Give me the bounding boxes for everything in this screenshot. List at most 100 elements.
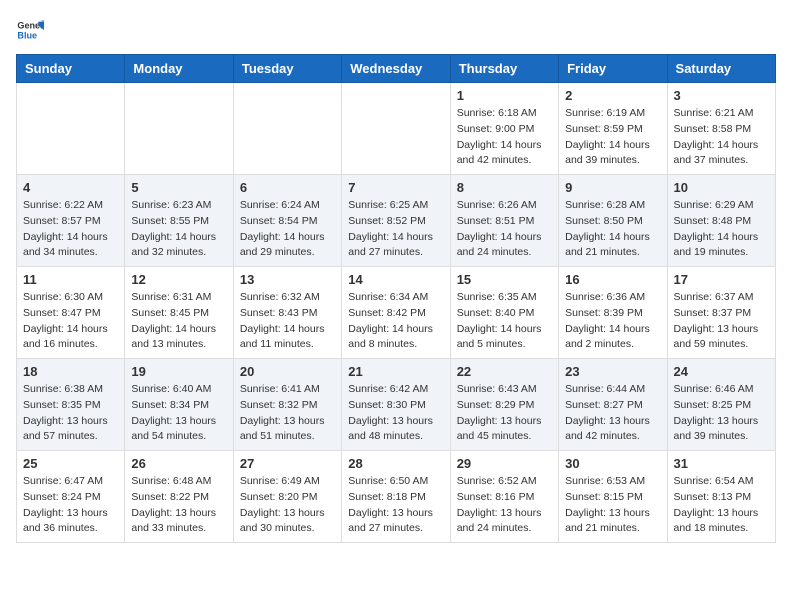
day-info: Sunrise: 6:22 AM Sunset: 8:57 PM Dayligh… bbox=[23, 198, 118, 261]
day-number: 11 bbox=[23, 272, 118, 287]
calendar-week: 11 Sunrise: 6:30 AM Sunset: 8:47 PM Dayli… bbox=[17, 267, 776, 359]
calendar-cell: 28 Sunrise: 6:50 AM Sunset: 8:18 PM Dayli… bbox=[342, 451, 450, 543]
calendar-body: 1 Sunrise: 6:18 AM Sunset: 9:00 PM Daylig… bbox=[17, 83, 776, 543]
day-info: Sunrise: 6:42 AM Sunset: 8:30 PM Dayligh… bbox=[348, 382, 443, 445]
calendar-cell: 9Sunrise: 6:28 AM Sunset: 8:50 PM Daylig… bbox=[559, 175, 667, 267]
calendar-cell: 30 Sunrise: 6:53 AM Sunset: 8:15 PM Dayli… bbox=[559, 451, 667, 543]
calendar-cell: 26Sunrise: 6:48 AM Sunset: 8:22 PM Dayli… bbox=[125, 451, 233, 543]
weekday-row: SundayMondayTuesdayWednesdayThursdayFrid… bbox=[17, 55, 776, 83]
calendar-cell: 8 Sunrise: 6:26 AM Sunset: 8:51 PM Daylig… bbox=[450, 175, 558, 267]
day-info: Sunrise: 6:53 AM Sunset: 8:15 PM Dayligh… bbox=[565, 474, 660, 537]
calendar-header: SundayMondayTuesdayWednesdayThursdayFrid… bbox=[17, 55, 776, 83]
day-info: Sunrise: 6:19 AM Sunset: 8:59 PM Dayligh… bbox=[565, 106, 660, 169]
day-info: Sunrise: 6:38 AM Sunset: 8:35 PM Dayligh… bbox=[23, 382, 118, 445]
weekday-header: Friday bbox=[559, 55, 667, 83]
calendar-cell: 21 Sunrise: 6:42 AM Sunset: 8:30 PM Dayli… bbox=[342, 359, 450, 451]
day-number: 15 bbox=[457, 272, 552, 287]
day-info: Sunrise: 6:31 AM Sunset: 8:45 PM Dayligh… bbox=[131, 290, 226, 353]
calendar-cell: 17Sunrise: 6:37 AM Sunset: 8:37 PM Dayli… bbox=[667, 267, 775, 359]
calendar-cell: 2Sunrise: 6:19 AM Sunset: 8:59 PM Daylig… bbox=[559, 83, 667, 175]
calendar-cell: 10 Sunrise: 6:29 AM Sunset: 8:48 PM Dayli… bbox=[667, 175, 775, 267]
day-number: 12 bbox=[131, 272, 226, 287]
day-number: 3 bbox=[674, 88, 769, 103]
calendar-cell bbox=[17, 83, 125, 175]
day-number: 25 bbox=[23, 456, 118, 471]
calendar-cell: 25Sunrise: 6:47 AM Sunset: 8:24 PM Dayli… bbox=[17, 451, 125, 543]
day-info: Sunrise: 6:52 AM Sunset: 8:16 PM Dayligh… bbox=[457, 474, 552, 537]
weekday-header: Wednesday bbox=[342, 55, 450, 83]
day-info: Sunrise: 6:36 AM Sunset: 8:39 PM Dayligh… bbox=[565, 290, 660, 353]
day-number: 19 bbox=[131, 364, 226, 379]
day-info: Sunrise: 6:48 AM Sunset: 8:22 PM Dayligh… bbox=[131, 474, 226, 537]
day-info: Sunrise: 6:35 AM Sunset: 8:40 PM Dayligh… bbox=[457, 290, 552, 353]
day-info: Sunrise: 6:32 AM Sunset: 8:43 PM Dayligh… bbox=[240, 290, 335, 353]
logo-icon: General Blue bbox=[16, 16, 44, 44]
calendar-cell: 13 Sunrise: 6:32 AM Sunset: 8:43 PM Dayli… bbox=[233, 267, 341, 359]
weekday-header: Tuesday bbox=[233, 55, 341, 83]
weekday-header: Thursday bbox=[450, 55, 558, 83]
day-number: 5 bbox=[131, 180, 226, 195]
day-number: 31 bbox=[674, 456, 769, 471]
calendar-cell bbox=[125, 83, 233, 175]
calendar-cell: 31 Sunrise: 6:54 AM Sunset: 8:13 PM Dayli… bbox=[667, 451, 775, 543]
svg-text:Blue: Blue bbox=[17, 30, 37, 40]
calendar-cell bbox=[342, 83, 450, 175]
calendar-cell bbox=[233, 83, 341, 175]
day-number: 13 bbox=[240, 272, 335, 287]
day-info: Sunrise: 6:21 AM Sunset: 8:58 PM Dayligh… bbox=[674, 106, 769, 169]
calendar-cell: 4 Sunrise: 6:22 AM Sunset: 8:57 PM Daylig… bbox=[17, 175, 125, 267]
calendar-cell: 20Sunrise: 6:41 AM Sunset: 8:32 PM Dayli… bbox=[233, 359, 341, 451]
logo: General Blue bbox=[16, 16, 44, 44]
day-number: 8 bbox=[457, 180, 552, 195]
day-number: 10 bbox=[674, 180, 769, 195]
day-info: Sunrise: 6:25 AM Sunset: 8:52 PM Dayligh… bbox=[348, 198, 443, 261]
day-number: 16 bbox=[565, 272, 660, 287]
day-number: 29 bbox=[457, 456, 552, 471]
day-info: Sunrise: 6:54 AM Sunset: 8:13 PM Dayligh… bbox=[674, 474, 769, 537]
calendar-cell: 11 Sunrise: 6:30 AM Sunset: 8:47 PM Dayli… bbox=[17, 267, 125, 359]
day-number: 30 bbox=[565, 456, 660, 471]
calendar-week: 25Sunrise: 6:47 AM Sunset: 8:24 PM Dayli… bbox=[17, 451, 776, 543]
day-info: Sunrise: 6:28 AM Sunset: 8:50 PM Dayligh… bbox=[565, 198, 660, 261]
calendar: SundayMondayTuesdayWednesdayThursdayFrid… bbox=[16, 54, 776, 543]
day-info: Sunrise: 6:46 AM Sunset: 8:25 PM Dayligh… bbox=[674, 382, 769, 445]
calendar-week: 18 Sunrise: 6:38 AM Sunset: 8:35 PM Dayli… bbox=[17, 359, 776, 451]
day-info: Sunrise: 6:18 AM Sunset: 9:00 PM Dayligh… bbox=[457, 106, 552, 169]
day-number: 18 bbox=[23, 364, 118, 379]
day-info: Sunrise: 6:26 AM Sunset: 8:51 PM Dayligh… bbox=[457, 198, 552, 261]
day-number: 7 bbox=[348, 180, 443, 195]
calendar-cell: 15 Sunrise: 6:35 AM Sunset: 8:40 PM Dayli… bbox=[450, 267, 558, 359]
day-info: Sunrise: 6:23 AM Sunset: 8:55 PM Dayligh… bbox=[131, 198, 226, 261]
day-info: Sunrise: 6:40 AM Sunset: 8:34 PM Dayligh… bbox=[131, 382, 226, 445]
day-number: 22 bbox=[457, 364, 552, 379]
day-number: 6 bbox=[240, 180, 335, 195]
day-number: 1 bbox=[457, 88, 552, 103]
calendar-cell: 7 Sunrise: 6:25 AM Sunset: 8:52 PM Daylig… bbox=[342, 175, 450, 267]
day-info: Sunrise: 6:50 AM Sunset: 8:18 PM Dayligh… bbox=[348, 474, 443, 537]
day-info: Sunrise: 6:34 AM Sunset: 8:42 PM Dayligh… bbox=[348, 290, 443, 353]
day-number: 4 bbox=[23, 180, 118, 195]
day-number: 27 bbox=[240, 456, 335, 471]
day-info: Sunrise: 6:37 AM Sunset: 8:37 PM Dayligh… bbox=[674, 290, 769, 353]
day-info: Sunrise: 6:44 AM Sunset: 8:27 PM Dayligh… bbox=[565, 382, 660, 445]
calendar-cell: 22 Sunrise: 6:43 AM Sunset: 8:29 PM Dayli… bbox=[450, 359, 558, 451]
day-number: 24 bbox=[674, 364, 769, 379]
calendar-week: 1 Sunrise: 6:18 AM Sunset: 9:00 PM Daylig… bbox=[17, 83, 776, 175]
calendar-cell: 12 Sunrise: 6:31 AM Sunset: 8:45 PM Dayli… bbox=[125, 267, 233, 359]
header: General Blue bbox=[16, 16, 776, 44]
day-info: Sunrise: 6:30 AM Sunset: 8:47 PM Dayligh… bbox=[23, 290, 118, 353]
weekday-header: Saturday bbox=[667, 55, 775, 83]
calendar-cell: 23Sunrise: 6:44 AM Sunset: 8:27 PM Dayli… bbox=[559, 359, 667, 451]
calendar-cell: 14Sunrise: 6:34 AM Sunset: 8:42 PM Dayli… bbox=[342, 267, 450, 359]
calendar-cell: 6 Sunrise: 6:24 AM Sunset: 8:54 PM Daylig… bbox=[233, 175, 341, 267]
calendar-cell: 18 Sunrise: 6:38 AM Sunset: 8:35 PM Dayli… bbox=[17, 359, 125, 451]
weekday-header: Sunday bbox=[17, 55, 125, 83]
calendar-cell: 5 Sunrise: 6:23 AM Sunset: 8:55 PM Daylig… bbox=[125, 175, 233, 267]
day-info: Sunrise: 6:29 AM Sunset: 8:48 PM Dayligh… bbox=[674, 198, 769, 261]
day-number: 28 bbox=[348, 456, 443, 471]
calendar-cell: 1 Sunrise: 6:18 AM Sunset: 9:00 PM Daylig… bbox=[450, 83, 558, 175]
calendar-cell: 16 Sunrise: 6:36 AM Sunset: 8:39 PM Dayli… bbox=[559, 267, 667, 359]
day-info: Sunrise: 6:43 AM Sunset: 8:29 PM Dayligh… bbox=[457, 382, 552, 445]
day-number: 21 bbox=[348, 364, 443, 379]
day-info: Sunrise: 6:24 AM Sunset: 8:54 PM Dayligh… bbox=[240, 198, 335, 261]
